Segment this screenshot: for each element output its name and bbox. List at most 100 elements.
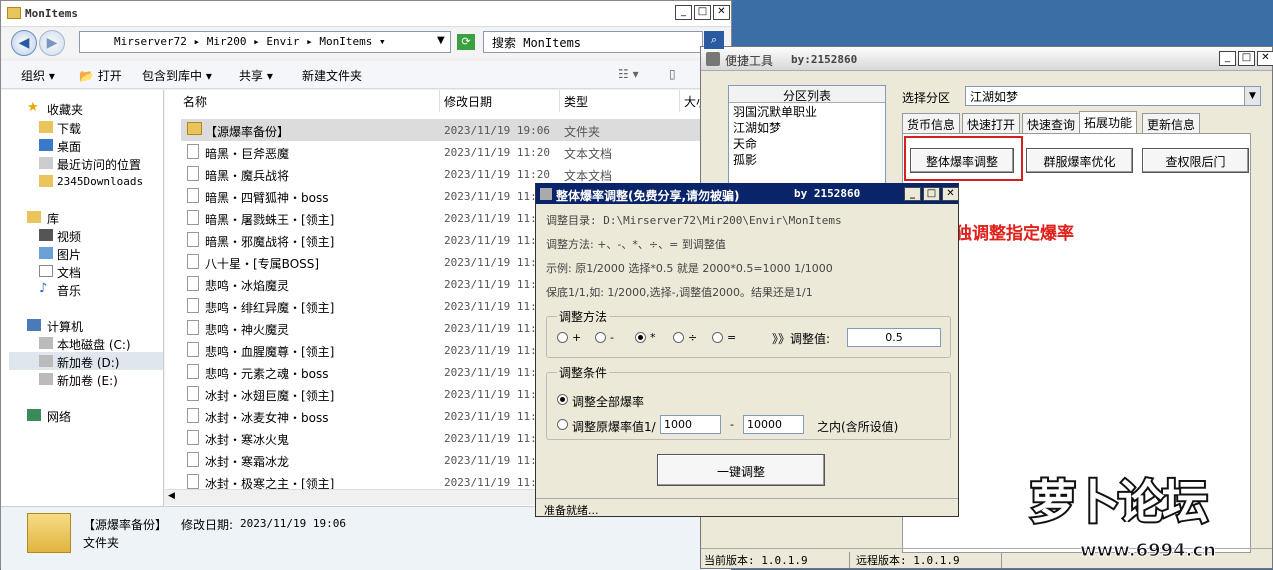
chevron-down-icon[interactable]: ▼ bbox=[1244, 87, 1260, 105]
overall-rate-adjust-button[interactable]: 整体爆率调整 bbox=[910, 148, 1014, 173]
explorer-navbar: ◀ ▶ Mirserver72 ▸ Mir200 ▸ Envir ▸ MonIt… bbox=[1, 28, 731, 58]
partition-select[interactable]: 江湖如梦 ▼ bbox=[965, 86, 1261, 106]
cond-all-radio[interactable] bbox=[557, 394, 568, 405]
breadcrumb-item[interactable]: Mirserver72 bbox=[114, 35, 187, 48]
remote-version: 远程版本: 1.0.1.9 bbox=[856, 552, 1002, 568]
folder-icon bbox=[39, 175, 53, 187]
apply-button[interactable]: 一键调整 bbox=[657, 454, 825, 486]
download-folder-icon bbox=[39, 121, 53, 133]
text-file-icon bbox=[187, 364, 199, 379]
nav-pictures[interactable]: 图片 bbox=[57, 246, 81, 263]
music-icon: ♪ bbox=[39, 281, 48, 296]
op-equals-radio[interactable] bbox=[712, 332, 723, 343]
drive-icon bbox=[39, 337, 53, 349]
minimize-button[interactable]: _ bbox=[904, 187, 921, 201]
adjust-value-input[interactable]: 0.5 bbox=[847, 328, 941, 347]
op-equals-label: = bbox=[727, 331, 737, 344]
nav-music[interactable]: 音乐 bbox=[57, 282, 81, 299]
close-button[interactable]: ✕ bbox=[713, 5, 730, 20]
organize-button[interactable]: 组织 ▾ bbox=[21, 67, 55, 84]
partition-list-header: 分区列表 bbox=[729, 86, 885, 103]
range-from-input[interactable]: 1000 bbox=[660, 415, 721, 434]
op-multiply-radio[interactable] bbox=[635, 332, 646, 343]
rate-adjust-dialog: 整体爆率调整(免费分享,请勿被骗) by 2152860 _ □ ✕ 调整目录:… bbox=[535, 183, 959, 517]
op-plus-radio[interactable] bbox=[557, 332, 568, 343]
nav-2345downloads[interactable]: 2345Downloads bbox=[57, 175, 143, 188]
check-backdoor-button[interactable]: 查权限后门 bbox=[1142, 148, 1249, 173]
column-date[interactable]: 修改日期 bbox=[440, 90, 560, 112]
condition-group: 调整条件 调整全部爆率 调整原爆率值1/ 1000 - 10000 之内(含所设… bbox=[546, 364, 951, 440]
list-item[interactable]: 羽国沉默单职业 bbox=[729, 103, 885, 119]
maximize-button[interactable]: □ bbox=[1238, 51, 1255, 66]
tab-extensions[interactable]: 拓展功能 bbox=[1079, 111, 1138, 133]
breadcrumb-item[interactable]: Mir200 bbox=[207, 35, 247, 48]
back-icon[interactable]: ◀ bbox=[11, 30, 37, 56]
dialog-author: by 2152860 bbox=[794, 187, 861, 200]
open-button[interactable]: 📂 打开 bbox=[79, 67, 122, 84]
computer-icon bbox=[27, 319, 41, 331]
nav-desktop[interactable]: 桌面 bbox=[57, 138, 81, 155]
close-button[interactable]: ✕ bbox=[1257, 51, 1273, 66]
new-folder-button[interactable]: 新建文件夹 bbox=[302, 67, 362, 84]
op-minus-radio[interactable] bbox=[595, 332, 606, 343]
minimize-button[interactable]: _ bbox=[1219, 51, 1236, 66]
list-item[interactable]: 天命 bbox=[729, 135, 885, 151]
tab-updates[interactable]: 更新信息 bbox=[1142, 113, 1201, 133]
preview-pane-icon[interactable]: ▯ bbox=[669, 67, 676, 81]
text-file-icon bbox=[187, 320, 199, 335]
search-icon[interactable]: ⌕ bbox=[704, 31, 724, 49]
group-rate-optimize-button[interactable]: 群服爆率优化 bbox=[1026, 148, 1133, 173]
table-row[interactable]: 暗黑・巨斧恶魔 2023/11/19 11:20 文本文档 bbox=[181, 141, 731, 163]
nav-recent[interactable]: 最近访问的位置 bbox=[57, 156, 141, 173]
range-to-input[interactable]: 10000 bbox=[743, 415, 804, 434]
folder-icon bbox=[187, 122, 202, 135]
column-name[interactable]: 名称 bbox=[165, 90, 440, 112]
tab-currency[interactable]: 货币信息 bbox=[902, 113, 961, 133]
op-divide-radio[interactable] bbox=[673, 332, 684, 343]
nav-documents[interactable]: 文档 bbox=[57, 264, 81, 281]
video-icon bbox=[39, 229, 53, 241]
nav-libraries[interactable]: 库 bbox=[47, 210, 59, 227]
maximize-button[interactable]: □ bbox=[923, 187, 940, 201]
nav-computer[interactable]: 计算机 bbox=[47, 318, 83, 335]
picture-icon bbox=[39, 247, 53, 259]
example-line: 示例: 原1/2000 选择*0.5 就是 2000*0.5=1000 1/10… bbox=[546, 262, 833, 275]
list-item[interactable]: 江湖如梦 bbox=[729, 119, 885, 135]
select-partition-label: 选择分区 bbox=[902, 91, 951, 105]
partition-list[interactable]: 分区列表 羽国沉默单职业 江湖如梦 天命 孤影 bbox=[728, 85, 886, 185]
tab-quick-query[interactable]: 快速查询 bbox=[1022, 113, 1081, 133]
watermark-url: www.6994.cn bbox=[1080, 540, 1217, 562]
share-button[interactable]: 共享 ▾ bbox=[239, 67, 273, 84]
forward-icon[interactable]: ▶ bbox=[39, 30, 65, 56]
scroll-left-icon[interactable]: ◀ bbox=[168, 491, 175, 501]
nav-downloads[interactable]: 下载 bbox=[57, 120, 81, 137]
maximize-button[interactable]: □ bbox=[694, 5, 711, 20]
nav-network[interactable]: 网络 bbox=[47, 408, 71, 425]
nav-drive-e[interactable]: 新加卷 (E:) bbox=[57, 372, 118, 389]
close-button[interactable]: ✕ bbox=[942, 187, 959, 201]
breadcrumb-item[interactable]: Envir bbox=[266, 35, 299, 48]
search-input[interactable]: 搜索 MonItems bbox=[483, 31, 703, 53]
address-bar[interactable]: Mirserver72 ▸ Mir200 ▸ Envir ▸ MonItems … bbox=[79, 31, 451, 53]
document-icon bbox=[39, 265, 53, 277]
method-line: 调整方法: +、-、*、÷、= 到调整值 bbox=[546, 238, 726, 251]
refresh-icon[interactable]: ⟳ bbox=[457, 34, 475, 50]
tab-quick-open[interactable]: 快速打开 bbox=[962, 113, 1021, 133]
tool-titlebar: 便捷工具 by:2152860 _ □ ✕ bbox=[701, 47, 1273, 71]
dropdown-icon[interactable]: ▼ bbox=[437, 35, 445, 46]
list-item[interactable]: 孤影 bbox=[729, 151, 885, 167]
text-file-icon bbox=[187, 188, 199, 203]
nav-video[interactable]: 视频 bbox=[57, 228, 81, 245]
view-icon[interactable]: ☷ ▾ bbox=[618, 67, 639, 81]
include-library-button[interactable]: 包含到库中 ▾ bbox=[142, 67, 212, 84]
minimize-button[interactable]: _ bbox=[675, 5, 692, 20]
breadcrumb-item[interactable]: MonItems bbox=[319, 35, 372, 48]
table-row[interactable]: 暗黑・魔兵战将 2023/11/19 11:20 文本文档 bbox=[181, 163, 731, 185]
condition-group-label: 调整条件 bbox=[557, 364, 610, 381]
nav-favorites[interactable]: 收藏夹 bbox=[47, 101, 83, 118]
nav-drive-c[interactable]: 本地磁盘 (C:) bbox=[57, 336, 131, 353]
column-type[interactable]: 类型 bbox=[560, 90, 680, 112]
nav-drive-d[interactable]: 新加卷 (D:) bbox=[57, 354, 119, 371]
cond-range-radio[interactable] bbox=[557, 419, 568, 430]
table-row[interactable]: 【源爆率备份】 2023/11/19 19:06 文件夹 bbox=[181, 119, 731, 141]
